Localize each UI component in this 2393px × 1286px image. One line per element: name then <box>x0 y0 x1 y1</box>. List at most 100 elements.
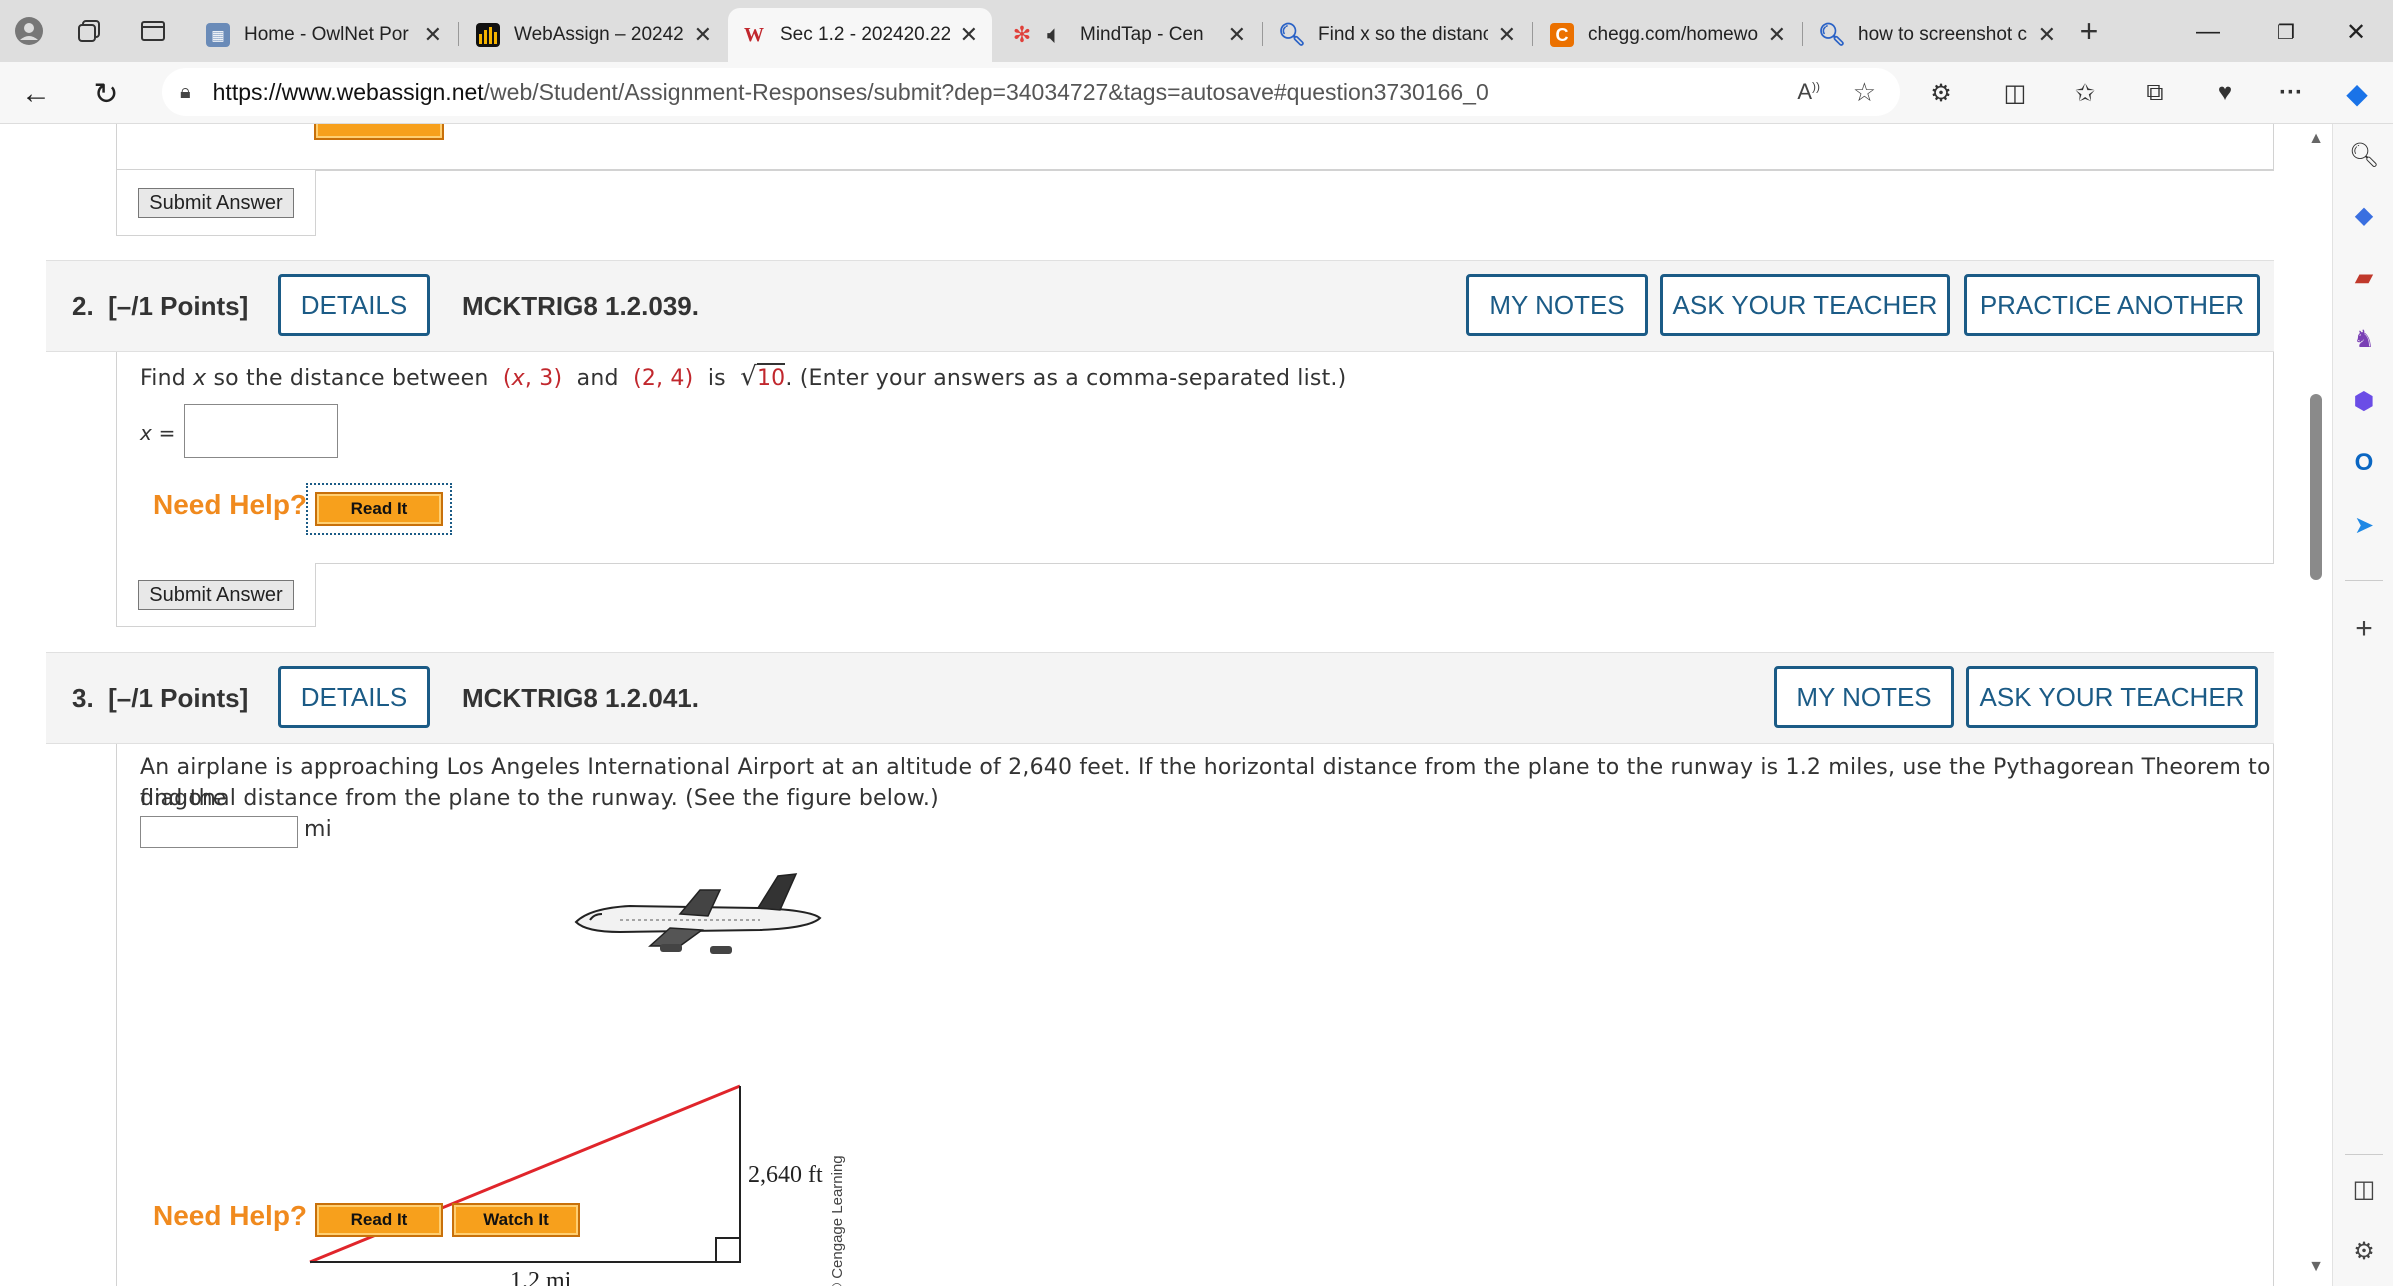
search-icon: 🔍︎ <box>1818 22 1846 47</box>
tab-title: Home - OwlNet Por <box>244 24 409 45</box>
owlnet-icon: ▦ <box>206 23 230 47</box>
question-3-my-notes-button[interactable]: MY NOTES <box>1774 666 1954 728</box>
question-2-answer-label: x = <box>140 421 176 445</box>
read-aloud-icon[interactable]: A)) <box>1797 79 1820 105</box>
tab-title: MindTap - Cen <box>1080 24 1204 45</box>
search-icon: 🔍︎ <box>1278 22 1306 47</box>
tools-briefcase-icon[interactable]: ▰ <box>2347 260 2381 294</box>
speaker-icon[interactable]: 🔈︎ <box>1042 22 1066 47</box>
hide-sidebar-icon[interactable]: ◫ <box>2347 1172 2381 1206</box>
games-chess-icon[interactable]: ♞ <box>2347 322 2381 356</box>
add-sidebar-app-icon[interactable]: + <box>2347 612 2381 646</box>
page-content: Submit Answer 2. [–/1 Points] DETAILS MC… <box>0 124 2300 1286</box>
question-3-need-help-label: Need Help? <box>153 1200 308 1231</box>
favorite-star-icon[interactable]: ☆ <box>1853 77 1876 108</box>
address-bar[interactable]: 🔒︎ https://www.webassign.net/web/Student… <box>162 68 1900 116</box>
question-3-answer-input[interactable] <box>140 816 298 848</box>
close-tab-icon[interactable]: ✕ <box>1498 22 1516 48</box>
question-2-answer-input[interactable] <box>184 404 338 458</box>
question-3-number: 3. [–/1 Points] <box>72 683 249 713</box>
tab-chegg[interactable]: C chegg.com/homewo ✕ <box>1536 8 1800 62</box>
close-tab-icon[interactable]: ✕ <box>424 22 442 48</box>
tab-title: chegg.com/homewo <box>1588 24 1758 45</box>
question-3-unit-label: mi <box>304 817 332 842</box>
webassign-wa-icon: W <box>744 23 764 46</box>
new-tab-icon[interactable]: + <box>2072 13 2106 49</box>
divider <box>316 563 2274 564</box>
mindtap-icon: ✻ <box>1012 22 1032 47</box>
tab-how-to-screenshot[interactable]: 🔍︎ how to screenshot c ✕ <box>1806 8 2070 62</box>
question-2-code: MCKTRIG8 1.2.039. <box>462 291 699 321</box>
search-icon[interactable]: 🔍︎ <box>2347 138 2381 172</box>
tab-title: Find x so the distanc <box>1318 24 1488 45</box>
scroll-thumb[interactable] <box>2310 394 2322 580</box>
sidebar-settings-gear-icon[interactable]: ⚙︎ <box>2347 1234 2381 1268</box>
question-3-header: 3. [–/1 Points] DETAILS MCKTRIG8 1.2.041… <box>46 652 2274 744</box>
question-3-prompt-line-2: diagonal distance from the plane to the … <box>140 786 939 811</box>
question-2-practice-another-button[interactable]: PRACTICE ANOTHER <box>1964 274 2260 336</box>
scroll-down-icon[interactable]: ▼ <box>2306 1258 2326 1278</box>
extensions-icon[interactable]: ⚙︎ <box>1922 76 1960 110</box>
url-text: https://www.webassign.net/web/Student/As… <box>212 78 1489 105</box>
question-2-read-it-button[interactable]: Read It <box>315 492 443 526</box>
lock-icon[interactable]: 🔒︎ <box>180 81 191 104</box>
close-tab-icon[interactable]: ✕ <box>694 22 712 48</box>
favorites-icon[interactable]: ✩ <box>2066 76 2104 110</box>
browser-tab-strip: ▦ Home - OwlNet Por ✕ WebAssign – 20242 … <box>0 0 2393 62</box>
question-2-details-button[interactable]: DETAILS <box>278 274 430 336</box>
prev-need-help-clipped <box>152 124 292 138</box>
outlook-icon[interactable]: O <box>2347 446 2381 480</box>
prev-read-it-button[interactable] <box>314 124 444 140</box>
question-3-details-button[interactable]: DETAILS <box>278 666 430 728</box>
tab-owlnet[interactable]: ▦ Home - OwlNet Por ✕ <box>192 8 456 62</box>
refresh-icon[interactable]: ↻ <box>86 74 126 114</box>
collections-icon[interactable]: ⧉ <box>2136 76 2174 110</box>
scroll-up-icon[interactable]: ▲ <box>2306 130 2326 150</box>
question-3-ask-teacher-button[interactable]: ASK YOUR TEACHER <box>1966 666 2258 728</box>
airplane-icon <box>574 873 822 954</box>
cengage-credit: © Cengage Learning <box>829 1155 846 1286</box>
tab-mindtap[interactable]: ✻ 🔈︎ MindTap - Cen ✕ <box>996 8 1260 62</box>
chegg-icon: C <box>1550 23 1574 47</box>
tab-actions-icon[interactable] <box>136 14 170 48</box>
prev-submit-answer-button[interactable]: Submit Answer <box>138 188 294 218</box>
tab-find-x[interactable]: 🔍︎ Find x so the distanc ✕ <box>1266 8 1530 62</box>
close-tab-icon[interactable]: ✕ <box>2038 22 2056 48</box>
tab-title: Sec 1.2 - 202420.22 <box>780 24 950 45</box>
workspaces-icon[interactable] <box>72 14 106 48</box>
right-angle-marker <box>715 1237 741 1263</box>
tab-title: WebAssign – 20242 <box>514 24 684 45</box>
drop-send-icon[interactable]: ➤ <box>2347 508 2381 542</box>
copilot-icon[interactable]: ◆ <box>2338 76 2376 110</box>
question-3-watch-it-button[interactable]: Watch It <box>452 1203 580 1237</box>
close-tab-icon[interactable]: ✕ <box>1768 22 1786 48</box>
tab-webassign[interactable]: WebAssign – 20242 ✕ <box>462 8 726 62</box>
page-scrollbar[interactable]: ▲ ▼ <box>2300 124 2332 1286</box>
question-2-header: 2. [–/1 Points] DETAILS MCKTRIG8 1.2.039… <box>46 260 2274 352</box>
question-3-code: MCKTRIG8 1.2.041. <box>462 683 699 713</box>
more-menu-icon[interactable]: ··· <box>2272 76 2310 110</box>
profile-icon[interactable] <box>12 14 46 48</box>
minimize-icon[interactable]: — <box>2178 12 2238 52</box>
question-2-ask-teacher-button[interactable]: ASK YOUR TEACHER <box>1660 274 1950 336</box>
close-window-icon[interactable]: ✕ <box>2326 12 2386 52</box>
back-icon[interactable]: ← <box>16 74 56 114</box>
question-2-my-notes-button[interactable]: MY NOTES <box>1466 274 1648 336</box>
base-label: 1.2 mi <box>510 1268 572 1286</box>
tab-title: how to screenshot c <box>1858 24 2027 45</box>
browser-essentials-icon[interactable]: ♥︎ <box>2206 76 2244 110</box>
question-2-submit-answer-button[interactable]: Submit Answer <box>138 580 294 610</box>
height-label: 2,640 ft <box>748 1162 823 1188</box>
tab-sec-1-2[interactable]: W Sec 1.2 - 202420.22 ✕ <box>728 8 992 62</box>
restore-icon[interactable]: ❐ <box>2256 12 2316 52</box>
split-screen-icon[interactable]: ◫ <box>1996 76 2034 110</box>
microsoft-365-icon[interactable]: ⬢ <box>2347 384 2381 418</box>
question-2-need-help-label: Need Help? <box>153 489 308 520</box>
close-tab-icon[interactable]: ✕ <box>1228 22 1246 48</box>
question-3-read-it-button[interactable]: Read It <box>315 1203 443 1237</box>
question-2-number: 2. [–/1 Points] <box>72 291 249 321</box>
sqrt-expression: √10 <box>740 362 786 392</box>
webassign-icon <box>476 23 500 47</box>
close-tab-icon[interactable]: ✕ <box>960 22 978 48</box>
shopping-tag-icon[interactable]: ◆ <box>2347 198 2381 232</box>
